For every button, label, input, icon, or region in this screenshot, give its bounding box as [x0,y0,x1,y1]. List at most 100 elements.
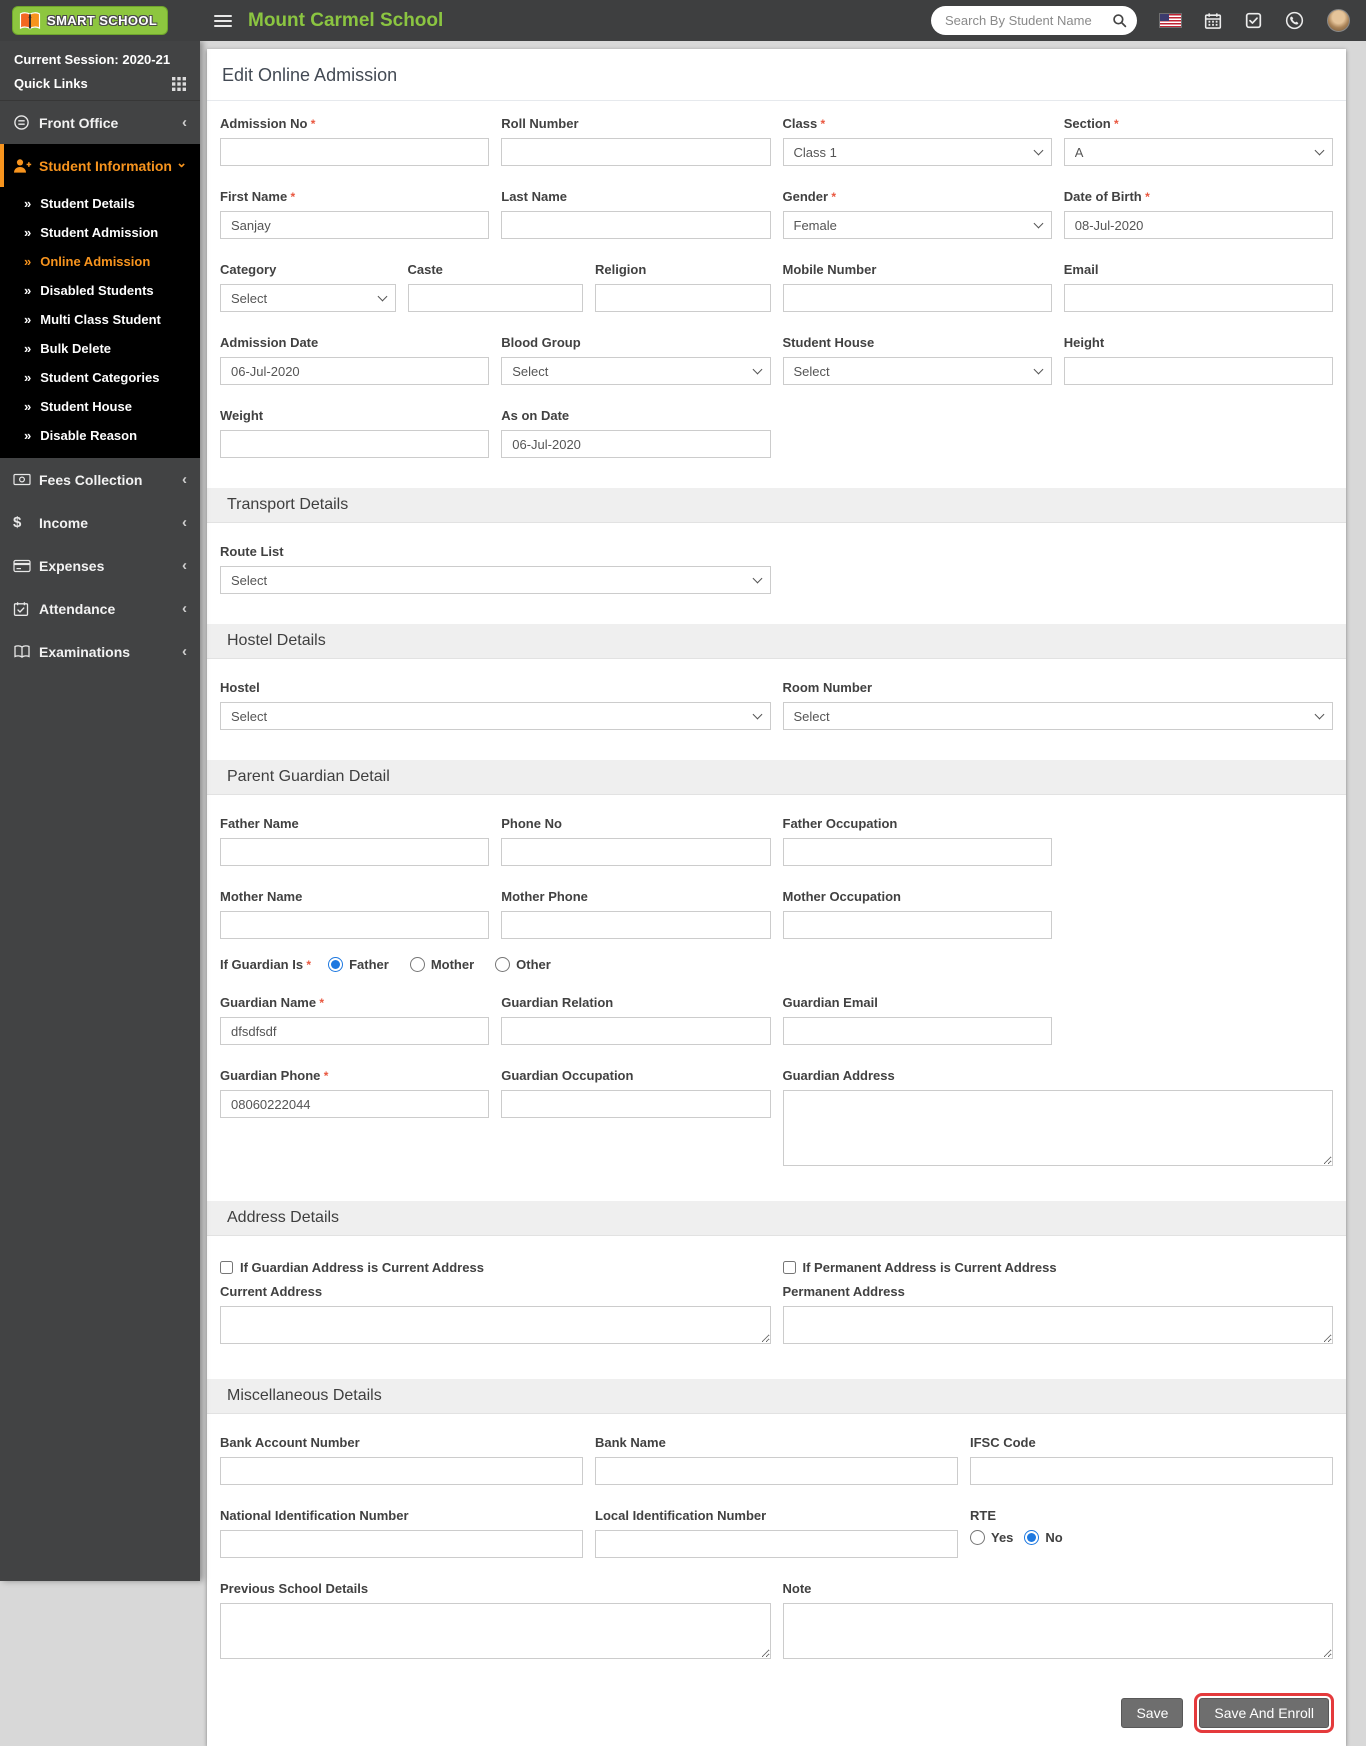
rte-yes-radio[interactable] [970,1530,985,1545]
student-house-select[interactable]: Select [782,357,1052,385]
sidebar-item-front-office[interactable]: Front Office [0,101,200,144]
guardian-relation-input[interactable] [501,1017,771,1045]
permanent-address-textarea[interactable] [782,1306,1333,1344]
whatsapp-icon[interactable] [1285,11,1304,30]
phone-no-input[interactable] [501,838,771,866]
submenu-label: Multi Class Student [40,312,161,327]
mother-name-input[interactable] [220,911,490,939]
sidebar-item-examinations[interactable]: Examinations [0,630,200,673]
email-input[interactable] [1063,284,1333,312]
task-check-icon[interactable] [1245,12,1262,29]
sidebar-item-bulk-delete[interactable]: Bulk Delete [0,334,200,363]
radio-label: No [1045,1530,1063,1545]
local-id-input[interactable] [595,1530,958,1558]
height-input[interactable] [1063,357,1333,385]
miscellaneous-details-section-header: Miscellaneous Details [207,1379,1346,1414]
quick-links-grid-icon[interactable] [172,76,186,91]
mother-phone-input[interactable] [501,911,771,939]
mother-occupation-label: Mother Occupation [782,889,901,904]
search-icon[interactable] [1112,13,1127,28]
note-textarea[interactable] [782,1603,1333,1659]
guardian-address-is-current-checkbox[interactable] [220,1261,233,1274]
logo-zone[interactable]: SMART SCHOOL [0,0,200,41]
last-name-input[interactable] [501,211,771,239]
sidebar-item-student-details[interactable]: Student Details [0,189,200,218]
sidebar-item-fees-collection[interactable]: Fees Collection [0,458,200,501]
class-select[interactable]: Class 1 [782,138,1052,166]
admission-date-input[interactable] [220,357,490,385]
guardian-father-radio[interactable] [328,957,344,972]
school-name-title: Mount Carmel School [248,9,444,31]
route-list-select[interactable]: Select [220,566,771,594]
as-on-date-input[interactable] [501,430,771,458]
submenu-label: Student Categories [40,370,160,385]
guardian-occupation-input[interactable] [501,1090,771,1118]
sidebar-item-student-house[interactable]: Student House [0,392,200,421]
roll-number-input[interactable] [501,138,771,166]
admission-no-input[interactable] [220,138,490,166]
sidebar-item-label: Examinations [39,643,131,660]
sidebar-item-income[interactable]: Income [0,501,200,544]
sidebar-item-student-admission[interactable]: Student Admission [0,218,200,247]
guardian-name-input[interactable] [220,1017,490,1045]
front-office-icon [13,114,39,131]
hostel-select[interactable]: Select [220,702,771,730]
sidebar-item-disable-reason[interactable]: Disable Reason [0,421,200,450]
room-number-select[interactable]: Select [782,702,1333,730]
category-select[interactable]: Select [220,284,396,312]
guardian-phone-input[interactable] [220,1090,490,1118]
bank-name-input[interactable] [595,1457,958,1485]
double-arrow-icon [24,312,31,327]
rte-no-radio[interactable] [1024,1530,1040,1545]
first-name-input[interactable] [220,211,490,239]
blood-group-select[interactable]: Select [501,357,771,385]
user-avatar[interactable] [1327,9,1350,32]
previous-school-details-textarea[interactable] [220,1603,771,1659]
father-occupation-input[interactable] [782,838,1052,866]
caste-input[interactable] [407,284,583,312]
hostel-label: Hostel [220,680,260,695]
guardian-other-radio[interactable] [495,957,511,972]
email-label: Email [1063,262,1099,277]
sidebar-item-multi-class-student[interactable]: Multi Class Student [0,305,200,334]
current-session-label: Current Session: 2020-21 [14,52,171,67]
search-input[interactable] [945,13,1112,28]
quick-links-label: Quick Links [14,76,88,91]
income-dollar-icon [13,514,39,531]
mother-occupation-input[interactable] [782,911,1052,939]
national-id-input[interactable] [220,1530,583,1558]
bank-name-label: Bank Name [595,1435,666,1450]
ifsc-code-input[interactable] [970,1457,1333,1485]
father-name-input[interactable] [220,838,490,866]
radio-label: Father [349,957,389,972]
calendar-icon[interactable] [1204,12,1222,30]
admission-no-label: Admission No [220,116,489,131]
guardian-email-input[interactable] [782,1017,1052,1045]
sidebar-item-student-information[interactable]: Student Information [0,144,200,187]
mobile-number-input[interactable] [782,284,1052,312]
sidebar-item-disabled-students[interactable]: Disabled Students [0,276,200,305]
date-of-birth-input[interactable] [1063,211,1333,239]
hamburger-menu-icon[interactable] [214,12,232,30]
student-information-group: Student Information Student Details Stud… [0,144,200,458]
permanent-address-is-current-checkbox[interactable] [782,1261,796,1274]
top-header: SMART SCHOOL Mount Carmel School [0,0,1366,41]
section-select[interactable]: A [1063,138,1333,166]
checkbox-label: If Guardian Address is Current Address [240,1260,484,1275]
guardian-mother-radio[interactable] [409,957,425,972]
religion-input[interactable] [595,284,771,312]
language-flag-icon[interactable] [1160,14,1181,27]
submenu-label: Bulk Delete [40,341,112,356]
bank-account-number-input[interactable] [220,1457,583,1485]
guardian-address-textarea[interactable] [782,1090,1333,1166]
current-address-textarea[interactable] [220,1306,771,1344]
gender-select[interactable]: Female [782,211,1052,239]
sidebar-item-online-admission[interactable]: Online Admission [0,247,200,276]
sidebar-item-student-categories[interactable]: Student Categories [0,363,200,392]
sidebar-item-attendance[interactable]: Attendance [0,587,200,630]
save-and-enroll-button[interactable]: Save And Enroll [1194,1693,1334,1733]
weight-input[interactable] [220,430,490,458]
bank-account-number-label: Bank Account Number [220,1435,360,1450]
save-button[interactable]: Save [1121,1698,1184,1728]
sidebar-item-expenses[interactable]: Expenses [0,544,200,587]
